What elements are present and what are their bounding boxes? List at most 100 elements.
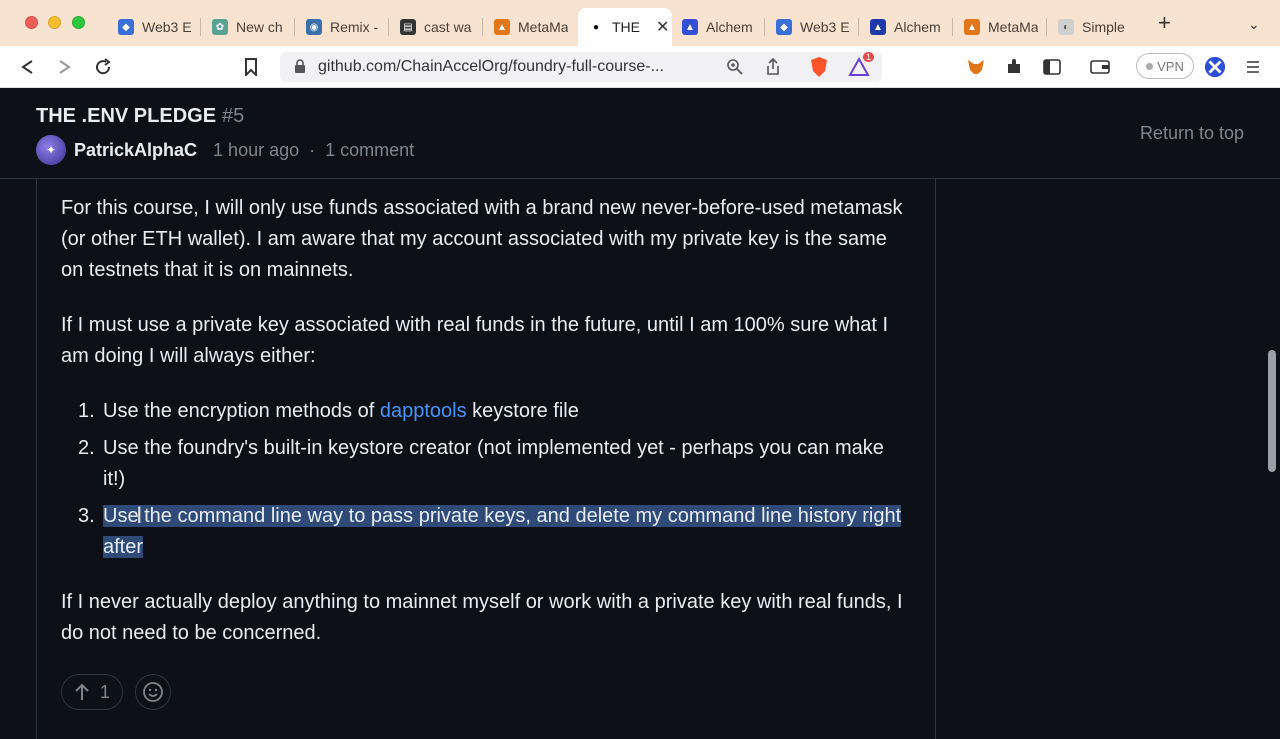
close-tab-icon[interactable]: ✕ [656,17,669,37]
tab-title: Web3 E [142,19,192,35]
wallet-icon[interactable] [1089,56,1111,78]
page-scrollbar[interactable] [1268,350,1276,472]
browser-tab[interactable]: ▲ MetaMa [484,8,568,46]
issue-title-text: THE .ENV PLEDGE [36,105,217,127]
brave-shields-icon[interactable] [808,56,830,78]
tab-separator [482,18,483,36]
issue-title: THE .ENV PLEDGE #5 [36,105,244,128]
menu-icon[interactable] [1242,56,1264,78]
tab-title: Alchem [894,19,941,35]
forward-icon[interactable] [54,56,76,78]
list-item: 2. Use the foundry's built-in keystore c… [61,433,911,495]
sidebar-icon[interactable] [1041,56,1063,78]
upvote-reaction-button[interactable]: 1 [61,674,124,710]
tab-separator [1046,18,1047,36]
metamask-extension-icon[interactable] [965,56,987,78]
web3-icon: ◆ [776,19,792,35]
paragraph: If I never actually deploy anything to m… [61,591,903,644]
issue-sticky-header: THE .ENV PLEDGE #5 ✦ PatrickAlphaC 1 hour… [0,89,1280,179]
browser-tab[interactable]: ◐ Simple [1048,8,1132,46]
browser-tab[interactable]: ▤ cast wa [390,8,474,46]
browser-tab[interactable]: ▲ Alchem [860,8,944,46]
tab-separator [764,18,765,36]
upvote-count: 1 [100,681,111,702]
tab-title: Alchem [706,19,753,35]
author-link[interactable]: PatrickAlphaC [74,140,197,161]
avatar[interactable]: ✦ [36,135,66,165]
tab-title: MetaMa [988,19,1038,35]
comment-body: For this course, I will only use funds a… [61,193,911,673]
smiley-icon [143,682,163,702]
issue-time[interactable]: 1 hour ago [213,140,299,161]
reload-icon[interactable] [92,56,114,78]
issue-number: #5 [222,105,245,127]
chevron-down-icon[interactable]: ⌄ [1248,16,1260,33]
selected-text: Use the command line way to pass private… [103,505,902,558]
vpn-button[interactable]: VPN [1136,53,1194,79]
back-icon[interactable] [16,56,38,78]
tab-title: cast wa [424,19,472,35]
arrow-up-icon [75,683,89,700]
tab-title: Remix - [330,19,379,35]
list-number: 2. [78,437,95,459]
close-window-button[interactable] [25,16,38,29]
comment-count[interactable]: 1 comment [325,140,414,161]
list-text: Use the foundry's built-in keystore crea… [103,437,884,490]
zoom-icon[interactable] [724,56,746,78]
lock-icon [295,59,305,73]
add-reaction-button[interactable] [135,674,172,710]
rewards-badge: 1 [862,52,874,62]
browser-tab[interactable]: ◆ Web3 E [766,8,850,46]
zoom-window-button[interactable] [72,16,85,29]
tab-separator [200,18,201,36]
list-number: 3. [78,505,95,527]
url-text: github.com/ChainAccelOrg/foundry-full-co… [318,58,664,75]
list-number: 1. [78,400,95,422]
minimize-window-button[interactable] [48,16,61,29]
browser-tab[interactable]: ▲ Alchem [672,8,756,46]
share-icon[interactable] [762,56,784,78]
issue-comment: For this course, I will only use funds a… [36,179,936,739]
browser-tab[interactable]: ✿ New ch [202,8,286,46]
tab-title: THE [612,19,640,35]
tab-separator [294,18,295,36]
browser-toolbar: github.com/ChainAccelOrg/foundry-full-co… [0,46,1280,88]
return-to-top-link[interactable]: Return to top [1140,123,1244,144]
brave-rewards-icon[interactable]: 1 [848,52,874,78]
docs-icon: ▤ [400,19,416,35]
tab-title: MetaMa [518,19,568,35]
tab-title: New ch [236,19,283,35]
bookmark-icon[interactable] [240,56,262,78]
address-bar[interactable]: github.com/ChainAccelOrg/foundry-full-co… [280,52,882,82]
browser-tab-strip: ◆ Web3 E ✿ New ch ◉ Remix - ▤ cast wa ▲ … [0,0,1280,46]
extensions-icon[interactable] [1003,56,1025,78]
metamask-icon: ▲ [494,19,510,35]
browser-tab[interactable]: ▲ MetaMa [954,8,1038,46]
list-item: 3. Use the command line way to pass priv… [61,501,911,563]
new-tab-icon[interactable]: + [1158,12,1171,34]
meta-separator: · [309,139,316,160]
browser-tab[interactable]: ◆ Web3 E [108,8,192,46]
browser-tab-active[interactable]: ● THE ✕ [578,8,672,46]
tab-separator [858,18,859,36]
tab-title: Web3 E [800,19,850,35]
profile-icon[interactable] [1204,56,1226,78]
remix-icon: ◉ [306,19,322,35]
list-text: keystore file [466,400,579,422]
vpn-status-icon [1146,62,1154,70]
issue-meta-row: ✦ PatrickAlphaC 1 hour ago · 1 comment [36,135,414,165]
tab-separator [388,18,389,36]
dapptools-link[interactable]: dapptools [380,400,467,422]
web3-icon: ◆ [118,19,134,35]
tab-separator [952,18,953,36]
metamask-icon: ▲ [964,19,980,35]
list-item: 1. Use the encryption methods of dapptoo… [61,396,911,427]
alchemy-icon: ▲ [682,19,698,35]
chatgpt-icon: ✿ [212,19,228,35]
list-text: Use the encryption methods of [103,400,380,422]
text-cursor-icon: I [136,504,143,529]
paragraph: If I must use a private key associated w… [61,314,889,367]
tab-title: Simple [1082,19,1125,35]
browser-tab[interactable]: ◉ Remix - [296,8,380,46]
github-icon: ● [588,19,604,35]
